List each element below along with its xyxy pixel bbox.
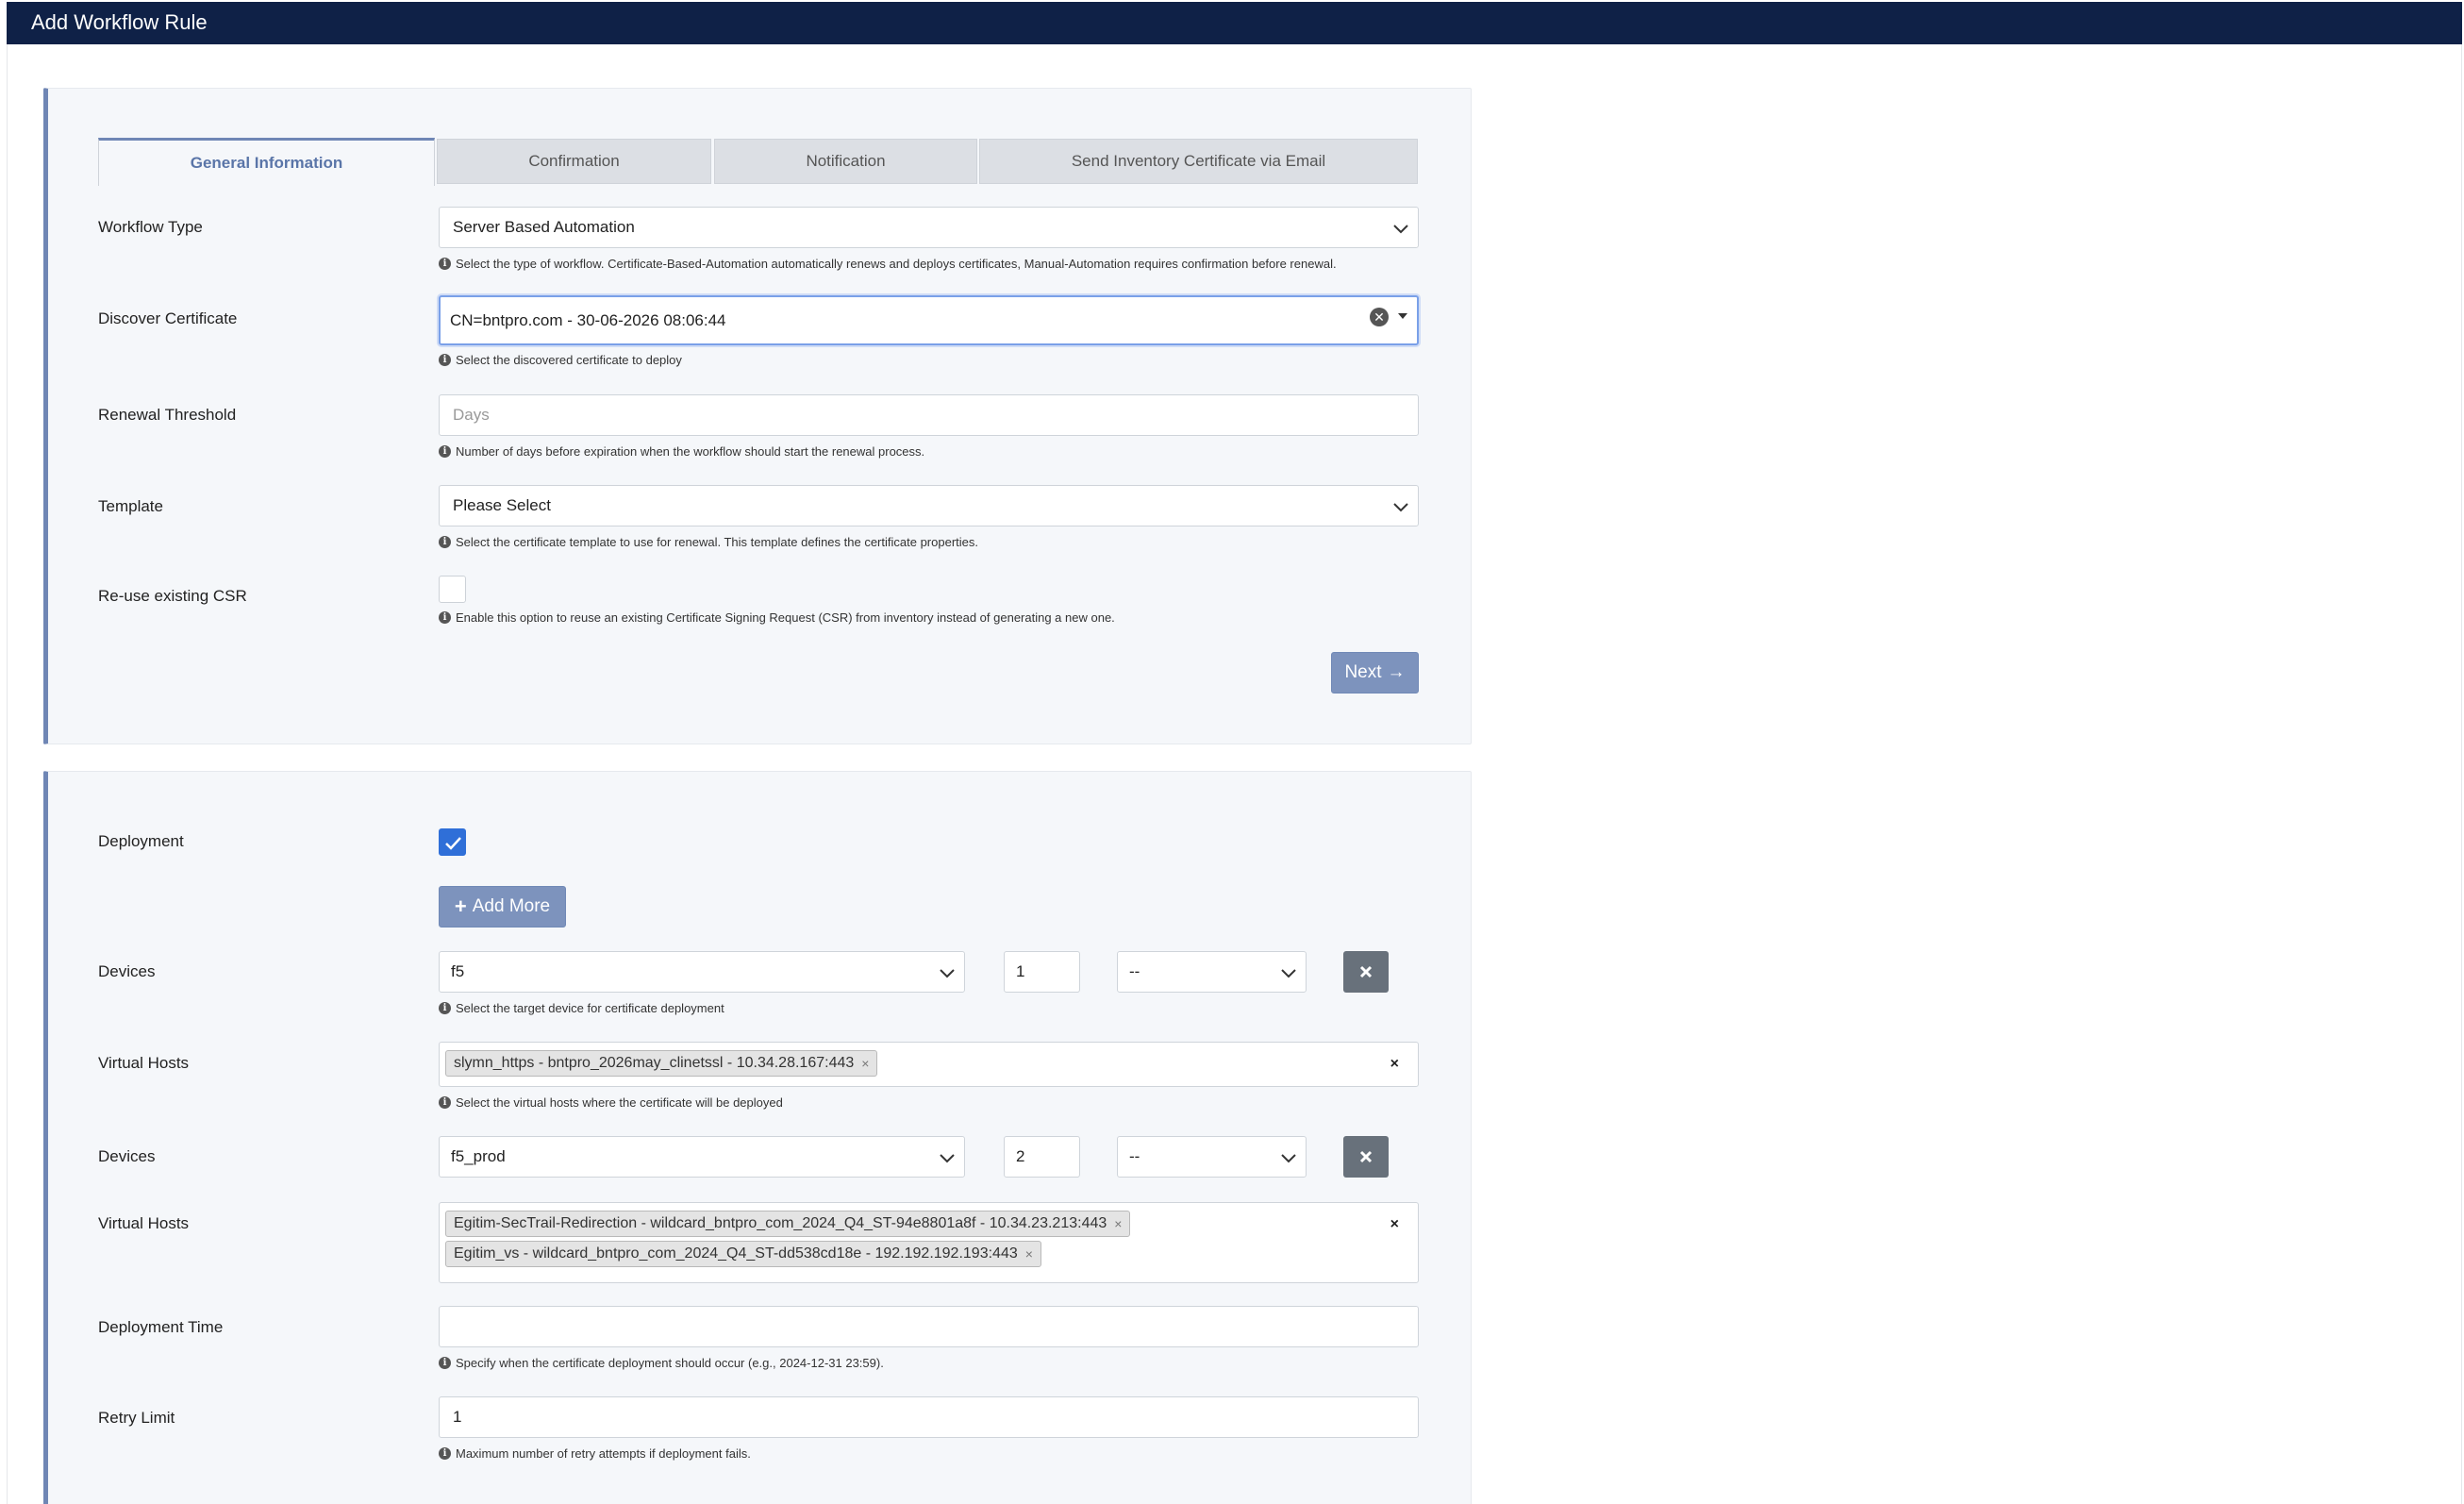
info-icon: i	[439, 1447, 451, 1460]
template-select[interactable]: Please Select	[439, 485, 1419, 526]
virtual-hosts-select[interactable]: Egitim-SecTrail-Redirection - wildcard_b…	[439, 1202, 1419, 1283]
close-icon	[1359, 1150, 1373, 1163]
arrow-right-icon: →	[1387, 662, 1406, 682]
retry-limit-help: i Maximum number of retry attempts if dep…	[439, 1446, 751, 1461]
template-help: i Select the certificate template to use …	[439, 535, 978, 549]
renewal-threshold-help: i Number of days before expiration when t…	[439, 444, 924, 459]
virtual-hosts-help: i Select the virtual hosts where the cert…	[439, 1095, 783, 1110]
virtual-hosts-label: Virtual Hosts	[98, 1214, 190, 1232]
info-icon: i	[439, 1096, 451, 1109]
tab-confirmation[interactable]: Confirmation	[437, 139, 711, 184]
clear-selection-icon[interactable]: ✕	[1370, 308, 1389, 326]
reuse-csr-checkbox[interactable]	[439, 576, 466, 603]
chevron-down-icon	[1281, 1154, 1296, 1163]
discover-certificate-help: i Select the discovered certificate to de…	[439, 353, 682, 367]
workflow-type-select[interactable]: Server Based Automation	[439, 207, 1419, 248]
devices-label: Devices	[98, 1147, 156, 1165]
info-icon: i	[439, 536, 451, 548]
virtual-host-tag: Egitim_vs - wildcard_bntpro_com_2024_Q4_…	[445, 1241, 1041, 1267]
device-order-input[interactable]: 2	[1004, 1136, 1080, 1178]
tab-notification[interactable]: Notification	[714, 139, 977, 184]
clear-all-icon[interactable]: ×	[1390, 1216, 1399, 1233]
add-more-button[interactable]: + Add More	[439, 886, 566, 927]
device-option-select[interactable]: --	[1117, 1136, 1307, 1178]
next-button[interactable]: Next →	[1331, 652, 1419, 694]
reuse-csr-help: i Enable this option to reuse an existing…	[439, 610, 1115, 625]
info-icon: i	[439, 1002, 451, 1014]
virtual-host-tag: Egitim-SecTrail-Redirection - wildcard_b…	[445, 1211, 1131, 1237]
close-icon	[1359, 965, 1373, 978]
discover-certificate-label: Discover Certificate	[98, 309, 238, 327]
title-bar: Add Workflow Rule	[7, 2, 2462, 44]
plus-icon: +	[454, 894, 467, 918]
remove-tag-icon[interactable]: ×	[861, 1056, 869, 1071]
info-icon: i	[439, 1357, 451, 1369]
device-select[interactable]: f5_prod	[439, 1136, 965, 1178]
info-icon: i	[439, 354, 451, 366]
device-option-select[interactable]: --	[1117, 951, 1307, 993]
discover-certificate-select[interactable]: CN=bntpro.com - 30-06-2026 08:06:44 ✕	[439, 295, 1419, 345]
deployment-checkbox[interactable]	[439, 828, 466, 856]
reuse-csr-label: Re-use existing CSR	[98, 587, 247, 605]
info-icon: i	[439, 258, 451, 270]
retry-limit-label: Retry Limit	[98, 1409, 175, 1427]
clear-all-icon[interactable]: ×	[1390, 1056, 1399, 1073]
deployment-time-input[interactable]	[439, 1306, 1419, 1347]
chevron-down-icon	[940, 1154, 955, 1163]
remove-device-button[interactable]	[1343, 951, 1389, 993]
deployment-label: Deployment	[98, 832, 184, 850]
renewal-threshold-label: Renewal Threshold	[98, 406, 237, 424]
tab-send-inventory-certificate[interactable]: Send Inventory Certificate via Email	[979, 139, 1418, 184]
device-select[interactable]: f5	[439, 951, 965, 993]
deployment-time-help: i Specify when the certificate deployment…	[439, 1356, 884, 1370]
device-help: i Select the target device for certificat…	[439, 1001, 724, 1015]
remove-tag-icon[interactable]: ×	[1025, 1246, 1033, 1262]
workflow-type-help: i Select the type of workflow. Certificat…	[439, 257, 1337, 271]
devices-label: Devices	[98, 962, 156, 980]
workflow-type-label: Workflow Type	[98, 218, 203, 236]
retry-limit-input[interactable]: 1	[439, 1396, 1419, 1438]
tab-general-information[interactable]: General Information	[98, 138, 435, 186]
dropdown-arrow-icon[interactable]	[1398, 313, 1407, 319]
device-order-input[interactable]: 1	[1004, 951, 1080, 993]
virtual-hosts-select[interactable]: slymn_https - bntpro_2026may_clinetssl -…	[439, 1042, 1419, 1087]
chevron-down-icon	[1281, 969, 1296, 978]
deployment-time-label: Deployment Time	[98, 1318, 224, 1336]
chevron-down-icon	[1393, 225, 1408, 234]
info-icon: i	[439, 445, 451, 458]
renewal-threshold-input[interactable]: Days	[439, 394, 1419, 436]
remove-device-button[interactable]	[1343, 1136, 1389, 1178]
checkmark-icon	[445, 837, 461, 850]
remove-tag-icon[interactable]: ×	[1114, 1216, 1122, 1231]
virtual-hosts-label: Virtual Hosts	[98, 1054, 190, 1072]
chevron-down-icon	[1393, 503, 1408, 512]
chevron-down-icon	[940, 969, 955, 978]
page-title: Add Workflow Rule	[31, 10, 208, 34]
virtual-host-tag: slymn_https - bntpro_2026may_clinetssl -…	[445, 1050, 878, 1077]
template-label: Template	[98, 497, 163, 515]
info-icon: i	[439, 611, 451, 624]
